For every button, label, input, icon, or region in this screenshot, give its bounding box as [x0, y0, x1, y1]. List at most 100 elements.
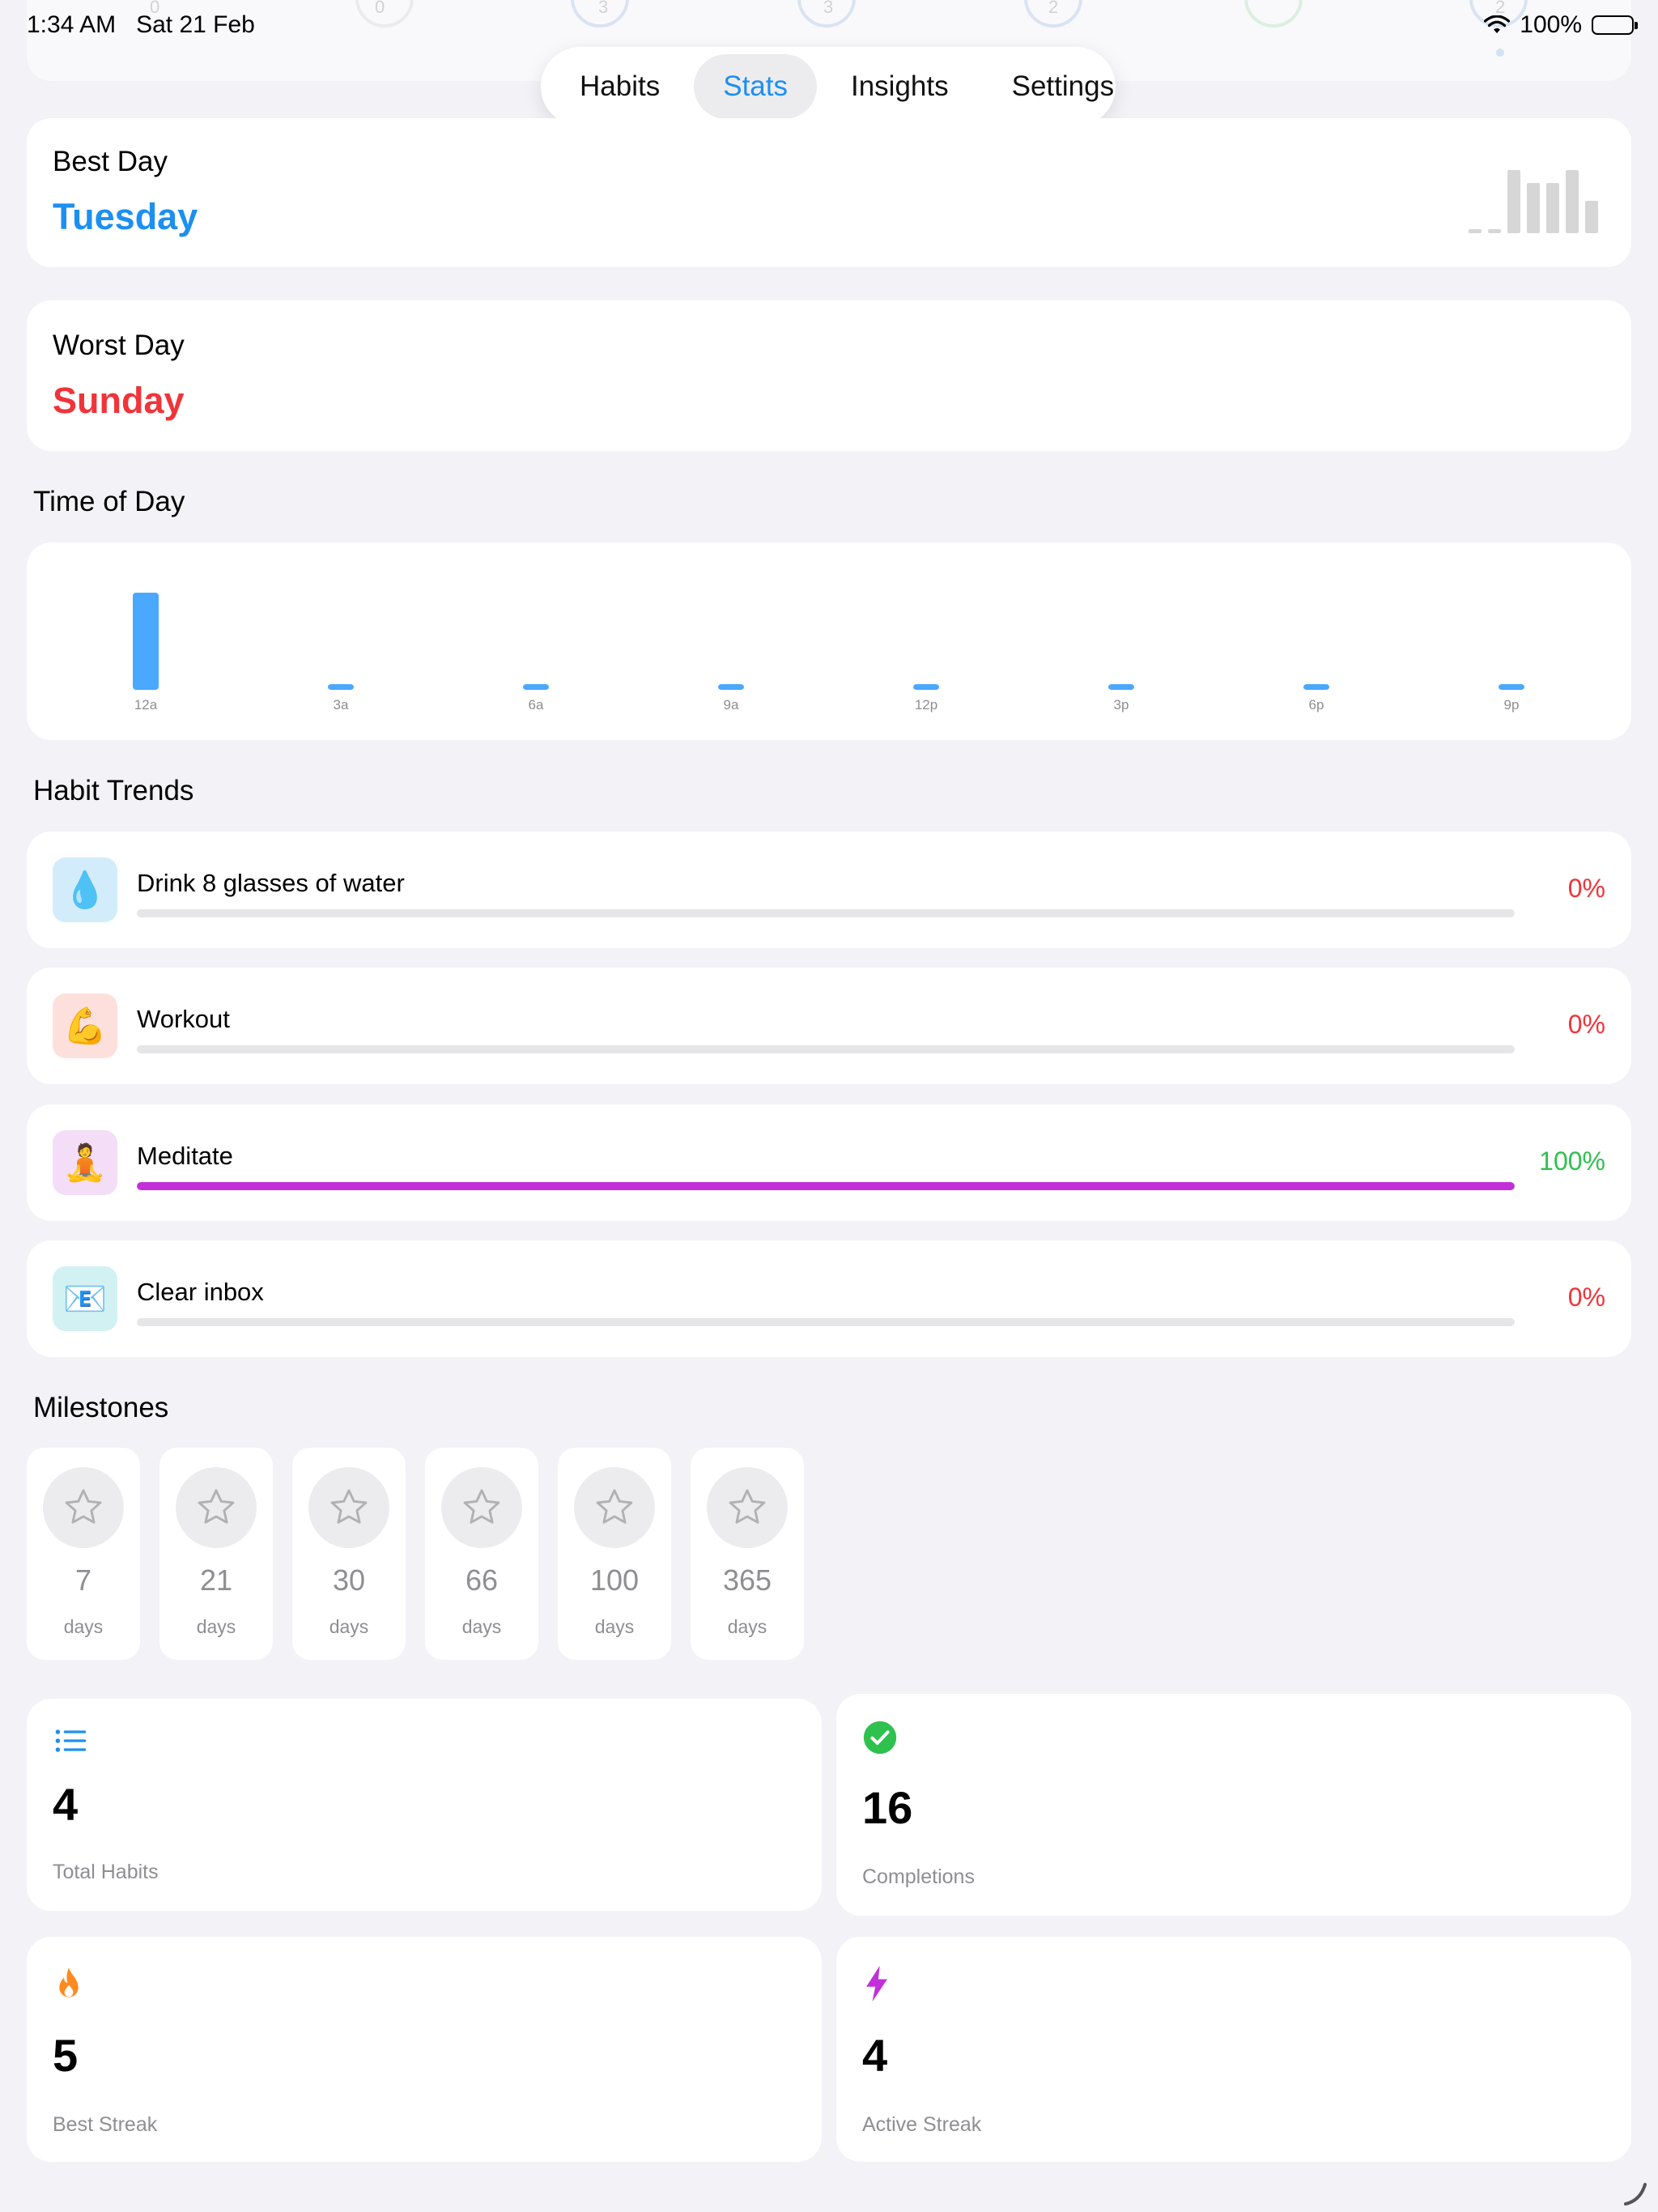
- weekday-bar: [1527, 183, 1540, 233]
- wifi-icon: [1484, 15, 1511, 33]
- ghost-value: 3: [823, 0, 834, 17]
- time-of-day-bar: [913, 684, 939, 690]
- ghost-check-ring: [1244, 0, 1303, 28]
- star-outline-icon: [176, 1467, 257, 1548]
- milestone-unit: days: [594, 1616, 635, 1637]
- time-of-day-tick-label: 3p: [1114, 697, 1129, 713]
- habit-progress-bar: [137, 1045, 1515, 1053]
- habit-progress-fill: [137, 1182, 1515, 1190]
- list-icon: [55, 1729, 87, 1752]
- milestone-days: 7: [74, 1563, 92, 1597]
- habit-trend-row[interactable]: 🧘 Meditate 100%: [27, 1104, 1631, 1221]
- habit-progress-bar: [137, 1318, 1515, 1326]
- time-of-day-bar: [718, 684, 744, 690]
- milestone-unit: days: [63, 1616, 104, 1637]
- completions-value: 16: [862, 1782, 913, 1833]
- battery-icon: [1592, 15, 1638, 35]
- star-outline-icon: [441, 1467, 522, 1548]
- flame-icon: [59, 1967, 79, 1997]
- milestone-days: 30: [332, 1563, 366, 1597]
- milestone-unit: days: [329, 1616, 369, 1637]
- total-habits-label: Total Habits: [53, 1861, 159, 1883]
- habit-trends-title: Habit Trends: [33, 775, 194, 806]
- habit-name: Clear inbox: [137, 1278, 264, 1306]
- habit-trend-row[interactable]: 📧 Clear inbox 0%: [27, 1240, 1631, 1357]
- milestone-unit: days: [727, 1616, 767, 1637]
- weekday-bar: [1546, 183, 1559, 233]
- milestone-badge[interactable]: 365 days: [691, 1448, 804, 1660]
- tab-insights[interactable]: Insights: [822, 54, 978, 119]
- time-of-day-tick-label: 3a: [334, 697, 349, 713]
- time-of-day-tick-label: 9p: [1504, 697, 1520, 713]
- active-streak-label: Active Streak: [862, 2113, 982, 2136]
- top-tab-bar: Habits Stats Insights Settings: [541, 47, 1116, 126]
- habit-name: Drink 8 glasses of water: [137, 869, 405, 897]
- window-resize-handle-icon[interactable]: [1621, 2178, 1650, 2207]
- star-outline-icon: [308, 1467, 389, 1548]
- habit-percent: 0%: [1567, 874, 1605, 903]
- time-of-day-chart: 12a 3a 6a 9a 12p 3p 6p 9p: [133, 593, 1524, 713]
- status-bar-time: 1:34 AM Sat 21 Feb: [27, 11, 255, 39]
- completions-card: 16 Completions: [836, 1694, 1631, 1916]
- star-outline-icon: [43, 1467, 124, 1548]
- star-outline-icon: [574, 1467, 655, 1548]
- best-streak-label: Best Streak: [53, 2113, 158, 2136]
- ghost-dot: [1496, 49, 1504, 57]
- time-of-day-tick-label: 6a: [529, 697, 544, 713]
- habit-name: Meditate: [137, 1142, 233, 1170]
- milestone-badge[interactable]: 30 days: [292, 1448, 406, 1660]
- time-of-day-tick-label: 6p: [1309, 697, 1324, 713]
- status-date: Sat 21 Feb: [136, 11, 255, 38]
- time-of-day-bar: [1108, 684, 1134, 690]
- weekday-bar: [1585, 201, 1598, 233]
- time-of-day-bar: [1499, 684, 1524, 690]
- total-habits-value: 4: [53, 1779, 79, 1830]
- time-of-day-tick-label: 12p: [915, 697, 937, 713]
- ghost-value: 0: [375, 0, 385, 17]
- milestone-unit: days: [461, 1616, 502, 1637]
- weekday-bar: [1507, 170, 1520, 233]
- milestone-badge[interactable]: 66 days: [425, 1448, 538, 1660]
- best-day-value: Tuesday: [53, 196, 198, 237]
- habit-percent: 0%: [1567, 1283, 1605, 1312]
- tab-settings[interactable]: Settings: [983, 54, 1143, 119]
- time-of-day-bar: [328, 684, 354, 690]
- milestone-days: 21: [199, 1563, 233, 1597]
- time-of-day-bar: [133, 593, 159, 690]
- milestone-badge[interactable]: 100 days: [558, 1448, 671, 1660]
- star-outline-icon: [707, 1467, 788, 1548]
- ghost-value: 2: [1048, 0, 1059, 17]
- status-bar-right: 100%: [1484, 11, 1638, 39]
- time-of-day-bar: [523, 684, 549, 690]
- water-drop-icon: 💧: [53, 857, 117, 922]
- milestone-days: 100: [589, 1563, 640, 1597]
- checkmark-circle-icon: [863, 1721, 897, 1755]
- worst-day-label: Worst Day: [53, 330, 185, 361]
- completions-label: Completions: [862, 1865, 975, 1888]
- habit-trend-row[interactable]: 💧 Drink 8 glasses of water 0%: [27, 832, 1631, 948]
- weekday-bar: [1488, 229, 1501, 233]
- milestone-unit: days: [196, 1616, 236, 1637]
- battery-percent: 100%: [1520, 11, 1582, 38]
- milestone-badge[interactable]: 7 days: [27, 1448, 140, 1660]
- weekday-bar: [1566, 170, 1579, 233]
- milestone-days: 66: [465, 1563, 499, 1597]
- habit-name: Workout: [137, 1005, 230, 1033]
- habit-percent: 100%: [1539, 1146, 1605, 1176]
- habit-percent: 0%: [1567, 1010, 1605, 1039]
- ghost-value: 3: [598, 0, 609, 17]
- best-streak-value: 5: [53, 2030, 79, 2081]
- weekday-mini-chart: [1469, 165, 1605, 233]
- time-of-day-tick-label: 9a: [724, 697, 739, 713]
- milestone-badge[interactable]: 21 days: [159, 1448, 273, 1660]
- time-of-day-title: Time of Day: [33, 486, 185, 517]
- tab-habits[interactable]: Habits: [551, 54, 689, 119]
- time-of-day-tick-label: 12a: [134, 697, 158, 713]
- habit-progress-bar: [137, 909, 1515, 917]
- habit-trend-row[interactable]: 💪 Workout 0%: [27, 968, 1631, 1084]
- tab-stats[interactable]: Stats: [694, 54, 817, 119]
- habit-progress-bar: [137, 1182, 1515, 1190]
- lightning-bolt-icon: [866, 1965, 887, 2002]
- meditation-icon: 🧘: [53, 1130, 117, 1195]
- best-streak-card: 5 Best Streak: [27, 1937, 822, 2162]
